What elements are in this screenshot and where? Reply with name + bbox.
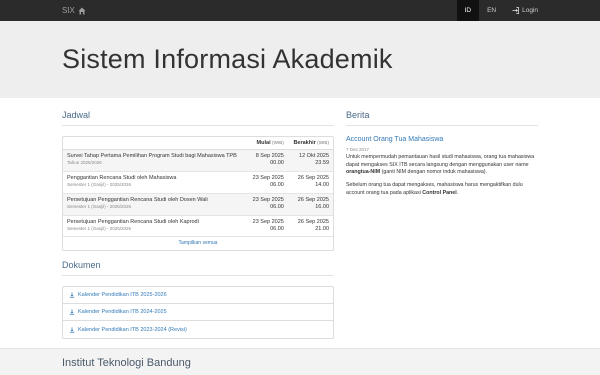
end-date: 12 Okt 2025 — [299, 153, 329, 159]
table-row: Persetujuan Penggantian Rencana Studi ol… — [63, 193, 333, 216]
end-time: 21.00 — [315, 225, 329, 232]
col-start-header: Mulai (WIB) — [247, 137, 288, 150]
news-date: 7 Des 2017 — [346, 147, 370, 152]
news-paragraph-2: Sebelum orang tua dapat mengakses, mahas… — [346, 182, 523, 196]
start-date: 8 Sep 2025 — [255, 153, 284, 159]
news-paragraph-1: Untuk mempermudah pemantauan hasil studi… — [346, 154, 535, 176]
event-name: Survei Tahap Pertama Pemilihan Program S… — [67, 153, 237, 159]
end-date: 26 Sep 2025 — [297, 196, 329, 203]
home-icon — [78, 7, 86, 14]
document-label: Kalender Pendidikan ITB 2025-2026 — [78, 292, 167, 299]
download-icon — [69, 292, 75, 298]
brand-link[interactable]: SIX — [62, 6, 86, 15]
end-time: 23.59 — [315, 160, 329, 167]
page-title: Sistem Informasi Akademik — [62, 44, 393, 74]
event-term: Semester 1 (Ganjil) - 2025/2026 — [67, 182, 132, 188]
table-row: Survei Tahap Pertama Pemilihan Program S… — [63, 149, 333, 172]
brand-label: SIX — [62, 6, 75, 15]
start-date: 23 Sep 2025 — [252, 196, 284, 203]
news-title-link[interactable]: Account Orang Tua Mahasiswa — [346, 136, 538, 143]
event-term: Semester 1 (Ganjil) - 2025/2026 — [67, 225, 132, 231]
start-time: 06.00 — [270, 225, 284, 232]
download-icon — [69, 327, 75, 333]
document-link[interactable]: Kalender Pendidikan ITB 2023-2024 (Revis… — [63, 321, 333, 338]
jadwal-panel: Mulai (WIB) Berakhir (WIB) Survei Tahap … — [62, 136, 334, 252]
dokumen-list: Kalender Pendidikan ITB 2025-2026 Kalend… — [62, 286, 334, 340]
start-date: 23 Sep 2025 — [252, 218, 284, 225]
document-link[interactable]: Kalender Pendidikan ITB 2024-2025 — [63, 304, 333, 322]
lang-id-button[interactable]: ID — [456, 0, 480, 21]
start-time: 00.00 — [270, 160, 284, 167]
event-name: Penggantian Rencana Studi oleh Mahasiswa — [67, 174, 177, 181]
footer: Institut Teknologi Bandung — [0, 348, 600, 375]
start-time: 06.00 — [270, 182, 284, 189]
event-name: Persetujuan Penggantian Rencana Studi ol… — [67, 196, 208, 203]
document-label: Kalender Pendidikan ITB 2023-2024 (Revis… — [78, 326, 187, 333]
table-row: Penggantian Rencana Studi oleh Mahasiswa… — [63, 171, 333, 194]
sign-in-icon — [512, 7, 520, 14]
dokumen-heading: Dokumen — [62, 260, 334, 277]
jadwal-table: Mulai (WIB) Berakhir (WIB) Survei Tahap … — [63, 137, 333, 238]
footer-title: Institut Teknologi Bandung — [62, 357, 191, 369]
col-end-header: Berakhir (WIB) — [287, 137, 333, 150]
event-name: Persetujuan Penggantian Rencana Studi ol… — [67, 218, 199, 225]
navbar: SIX ID EN Login — [0, 0, 600, 21]
table-row: Persetujuan Penggantian Rencana Studi ol… — [63, 215, 333, 238]
show-all-link[interactable]: Tampilkan semua — [63, 237, 333, 250]
event-term: Semester 1 (Ganjil) - 2025/2026 — [67, 204, 132, 210]
berita-heading: Berita — [346, 110, 538, 126]
login-button[interactable]: Login — [504, 0, 600, 21]
start-date: 23 Sep 2025 — [252, 174, 284, 181]
end-time: 14.00 — [315, 182, 329, 189]
document-link[interactable]: Kalender Pendidikan ITB 2025-2026 — [63, 287, 333, 305]
start-time: 06.00 — [270, 204, 284, 211]
lang-en-button[interactable]: EN — [479, 0, 504, 21]
jadwal-heading: Jadwal — [62, 110, 334, 126]
end-date: 26 Sep 2025 — [297, 174, 329, 181]
download-icon — [69, 309, 75, 315]
end-time: 16.00 — [315, 204, 329, 211]
event-term: Tahun 2025/2026 — [67, 160, 102, 166]
jumbotron: Sistem Informasi Akademik — [0, 21, 600, 98]
document-label: Kalender Pendidikan ITB 2024-2025 — [78, 309, 167, 316]
login-label: Login — [522, 7, 538, 14]
end-date: 26 Sep 2025 — [297, 218, 329, 225]
